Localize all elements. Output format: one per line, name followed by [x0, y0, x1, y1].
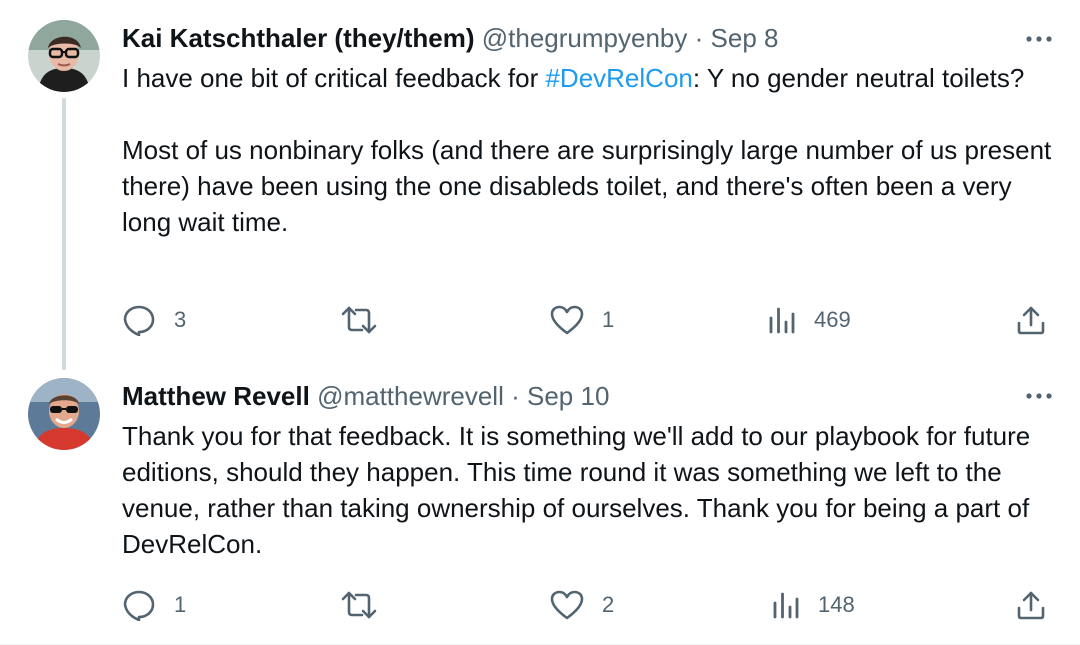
tweet-date[interactable]: Sep 8: [711, 23, 779, 53]
avatar-kai[interactable]: [28, 20, 100, 92]
tweet-header: Kai Katschthaler (they/them) @thegrumpye…: [122, 21, 1020, 55]
share-icon: [1017, 306, 1045, 335]
like-button[interactable]: 1: [550, 300, 614, 340]
views-icon: [769, 307, 795, 334]
reply-button[interactable]: 1: [122, 585, 186, 625]
reply-button[interactable]: 3: [122, 300, 186, 340]
more-icon[interactable]: [1024, 381, 1054, 411]
share-button[interactable]: [1016, 585, 1046, 625]
retweet-icon: [341, 306, 377, 334]
retweet-button[interactable]: [340, 585, 396, 625]
tweet-date[interactable]: Sep 10: [527, 381, 609, 411]
tweet-2[interactable]: Matthew Revell @matthewrevell · Sep 10 T…: [0, 360, 1080, 645]
like-count: 2: [602, 592, 615, 617]
display-name[interactable]: Kai Katschthaler (they/them): [122, 23, 475, 53]
separator-dot: ·: [694, 23, 704, 53]
tweet-paragraph: Thank you for that feedback. It is somet…: [122, 421, 1031, 559]
tweet-actions: 3 1 469: [0, 300, 1080, 340]
reply-icon: [123, 590, 155, 621]
views-button[interactable]: 469: [768, 300, 851, 340]
like-icon: [550, 305, 584, 335]
more-icon[interactable]: [1024, 24, 1054, 54]
share-icon: [1017, 591, 1045, 620]
view-count: 148: [818, 592, 855, 617]
retweet-icon: [341, 591, 377, 619]
reply-count: 3: [174, 307, 187, 332]
like-count: 1: [602, 307, 615, 332]
display-name[interactable]: Matthew Revell: [122, 381, 310, 411]
tweet-text: Thank you for that feedback. It is somet…: [122, 418, 1052, 562]
avatar-matthew[interactable]: [28, 378, 100, 450]
text-segment: : Y no gender neutral toilets?: [692, 63, 1025, 93]
tweet-thread: Kai Katschthaler (they/them) @thegrumpye…: [0, 0, 1080, 645]
tweet-text: I have one bit of critical feedback for …: [122, 60, 1052, 240]
like-button[interactable]: 2: [550, 585, 614, 625]
tweet-paragraph: I have one bit of critical feedback for …: [122, 60, 1052, 96]
share-button[interactable]: [1016, 300, 1046, 340]
reply-count: 1: [174, 592, 187, 617]
views-icon: [773, 592, 799, 619]
tweet-header: Matthew Revell @matthewrevell · Sep 10: [122, 379, 1020, 413]
like-icon: [550, 590, 584, 620]
tweet-1[interactable]: Kai Katschthaler (they/them) @thegrumpye…: [0, 0, 1080, 370]
user-handle[interactable]: @thegrumpyenby: [482, 23, 688, 53]
separator-dot: ·: [511, 381, 520, 411]
user-handle[interactable]: @matthewrevell: [317, 381, 504, 411]
tweet-actions: 1 2 148: [0, 585, 1080, 625]
hashtag-link[interactable]: #DevRelCon: [545, 63, 692, 93]
retweet-button[interactable]: [340, 300, 396, 340]
view-count: 469: [814, 307, 851, 332]
views-button[interactable]: 148: [772, 585, 855, 625]
tweet-paragraph: Most of us nonbinary folks (and there ar…: [122, 135, 1052, 237]
text-segment: I have one bit of critical feedback for: [122, 63, 546, 93]
reply-icon: [123, 305, 155, 336]
